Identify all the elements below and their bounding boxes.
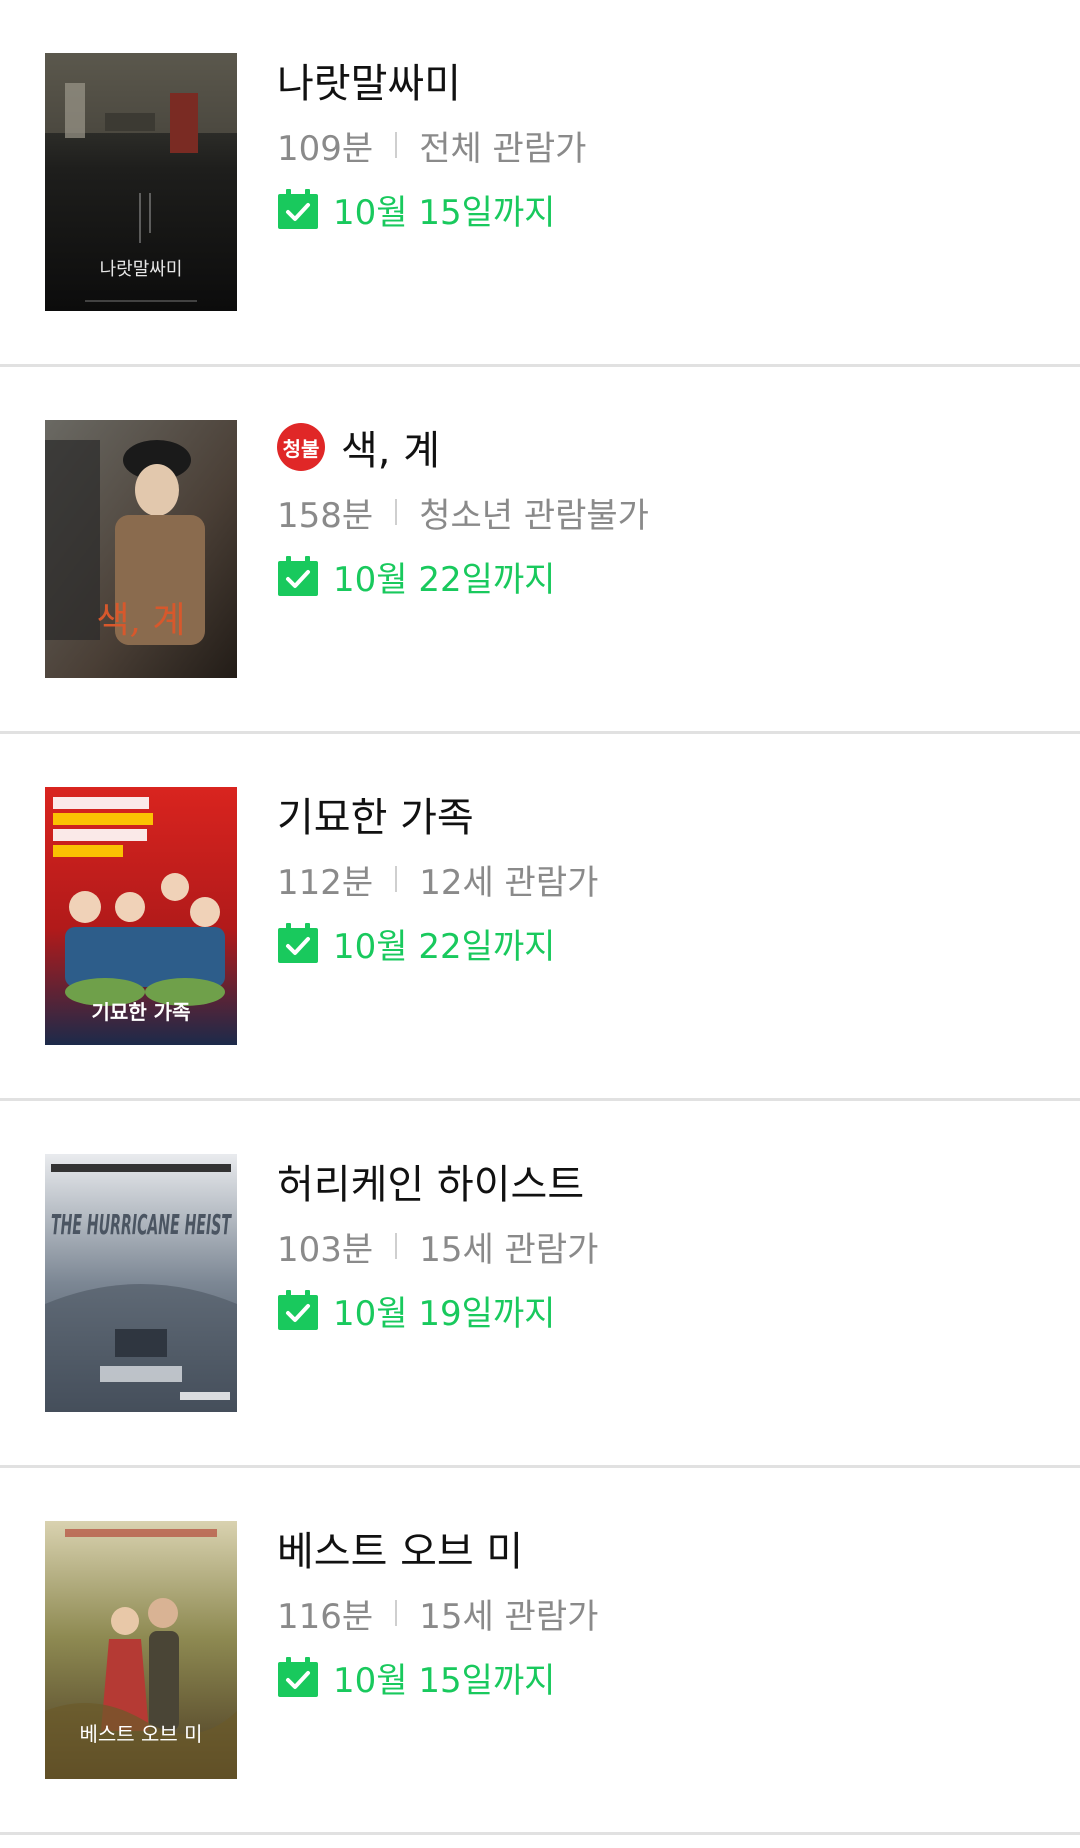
movie-poster[interactable]: 나랏말싸미 xyxy=(45,53,237,311)
until-date: 10월 22일까지 xyxy=(333,926,556,967)
until-date: 10월 15일까지 xyxy=(333,1660,556,1701)
movie-poster[interactable]: 기묘한 가족 xyxy=(45,787,237,1045)
movie-age-rating: 청소년 관람불가 xyxy=(419,495,649,536)
movie-title[interactable]: 색, 계 xyxy=(341,418,440,476)
calendar-check-icon xyxy=(278,923,318,963)
movie-poster[interactable]: 색, 계 xyxy=(45,420,237,678)
movie-title[interactable]: 나랏말싸미 xyxy=(277,51,461,109)
calendar-check-icon xyxy=(278,189,318,229)
meta-divider xyxy=(395,1233,398,1259)
movie-info: 청불 색, 계 158분 청소년 관람불가 10월 22일까지 xyxy=(277,415,1060,607)
poster-title: THE HURRICANE HEIST xyxy=(51,1208,232,1241)
poster-image: 색, 계 xyxy=(45,420,237,678)
movie-meta: 103분 15세 관람가 xyxy=(277,1215,1060,1277)
movie-runtime: 158분 xyxy=(277,495,374,536)
list-item[interactable]: 색, 계 청불 색, 계 158분 청소년 관람불가 10월 22일까지 xyxy=(0,367,1080,734)
movie-title[interactable]: 허리케인 하이스트 xyxy=(277,1152,584,1210)
movie-age-rating: 15세 관람가 xyxy=(419,1229,599,1270)
movie-info: 허리케인 하이스트 103분 15세 관람가 10월 19일까지 xyxy=(277,1149,1060,1341)
poster-title: 기묘한 가족 xyxy=(92,1000,191,1024)
poster-image: 기묘한 가족 xyxy=(45,787,237,1045)
available-until: 10월 19일까지 xyxy=(277,1279,1060,1341)
movie-meta: 116분 15세 관람가 xyxy=(277,1582,1060,1644)
movie-runtime: 116분 xyxy=(277,1596,374,1637)
calendar-check-icon xyxy=(278,1657,318,1697)
poster-image: 나랏말싸미 xyxy=(45,53,237,311)
available-until: 10월 15일까지 xyxy=(277,1646,1060,1708)
poster-title: 나랏말싸미 xyxy=(100,259,183,280)
movie-list: 나랏말싸미 나랏말싸미 109분 전체 관람가 10월 15일까지 색, 계 청… xyxy=(0,0,1080,1835)
calendar-check-icon xyxy=(278,1290,318,1330)
list-item[interactable]: 베스트 오브 미 베스트 오브 미 116분 15세 관람가 10월 15일까지 xyxy=(0,1468,1080,1835)
movie-poster[interactable]: 베스트 오브 미 xyxy=(45,1521,237,1779)
movie-runtime: 112분 xyxy=(277,862,374,903)
movie-meta: 112분 12세 관람가 xyxy=(277,848,1060,910)
list-item[interactable]: 나랏말싸미 나랏말싸미 109분 전체 관람가 10월 15일까지 xyxy=(0,0,1080,367)
available-until: 10월 15일까지 xyxy=(277,178,1060,240)
movie-meta: 109분 전체 관람가 xyxy=(277,114,1060,176)
available-until: 10월 22일까지 xyxy=(277,912,1060,974)
movie-title[interactable]: 베스트 오브 미 xyxy=(277,1519,523,1577)
movie-poster[interactable]: THE HURRICANE HEIST xyxy=(45,1154,237,1412)
movie-runtime: 103분 xyxy=(277,1229,374,1270)
movie-runtime: 109분 xyxy=(277,128,374,169)
adult-rating-badge: 청불 xyxy=(277,423,325,471)
movie-age-rating: 전체 관람가 xyxy=(419,128,587,169)
movie-info: 나랏말싸미 109분 전체 관람가 10월 15일까지 xyxy=(277,48,1060,240)
calendar-check-icon xyxy=(278,556,318,596)
meta-divider xyxy=(395,866,398,892)
poster-image: 베스트 오브 미 xyxy=(45,1521,237,1779)
until-date: 10월 19일까지 xyxy=(333,1293,556,1334)
until-date: 10월 15일까지 xyxy=(333,192,556,233)
poster-image: THE HURRICANE HEIST xyxy=(45,1154,237,1412)
movie-title[interactable]: 기묘한 가족 xyxy=(277,785,474,843)
meta-divider xyxy=(395,499,398,525)
movie-meta: 158분 청소년 관람불가 xyxy=(277,481,1060,543)
meta-divider xyxy=(395,132,398,158)
list-item[interactable]: 기묘한 가족 기묘한 가족 112분 12세 관람가 10월 22일까지 xyxy=(0,734,1080,1101)
until-date: 10월 22일까지 xyxy=(333,559,556,600)
list-item[interactable]: THE HURRICANE HEIST 허리케인 하이스트 103분 15세 관… xyxy=(0,1101,1080,1468)
movie-age-rating: 15세 관람가 xyxy=(419,1596,599,1637)
movie-age-rating: 12세 관람가 xyxy=(419,862,599,903)
poster-title: 베스트 오브 미 xyxy=(79,1722,202,1746)
meta-divider xyxy=(395,1600,398,1626)
poster-title: 색, 계 xyxy=(96,600,185,641)
available-until: 10월 22일까지 xyxy=(277,545,1060,607)
movie-info: 베스트 오브 미 116분 15세 관람가 10월 15일까지 xyxy=(277,1516,1060,1708)
movie-info: 기묘한 가족 112분 12세 관람가 10월 22일까지 xyxy=(277,782,1060,974)
